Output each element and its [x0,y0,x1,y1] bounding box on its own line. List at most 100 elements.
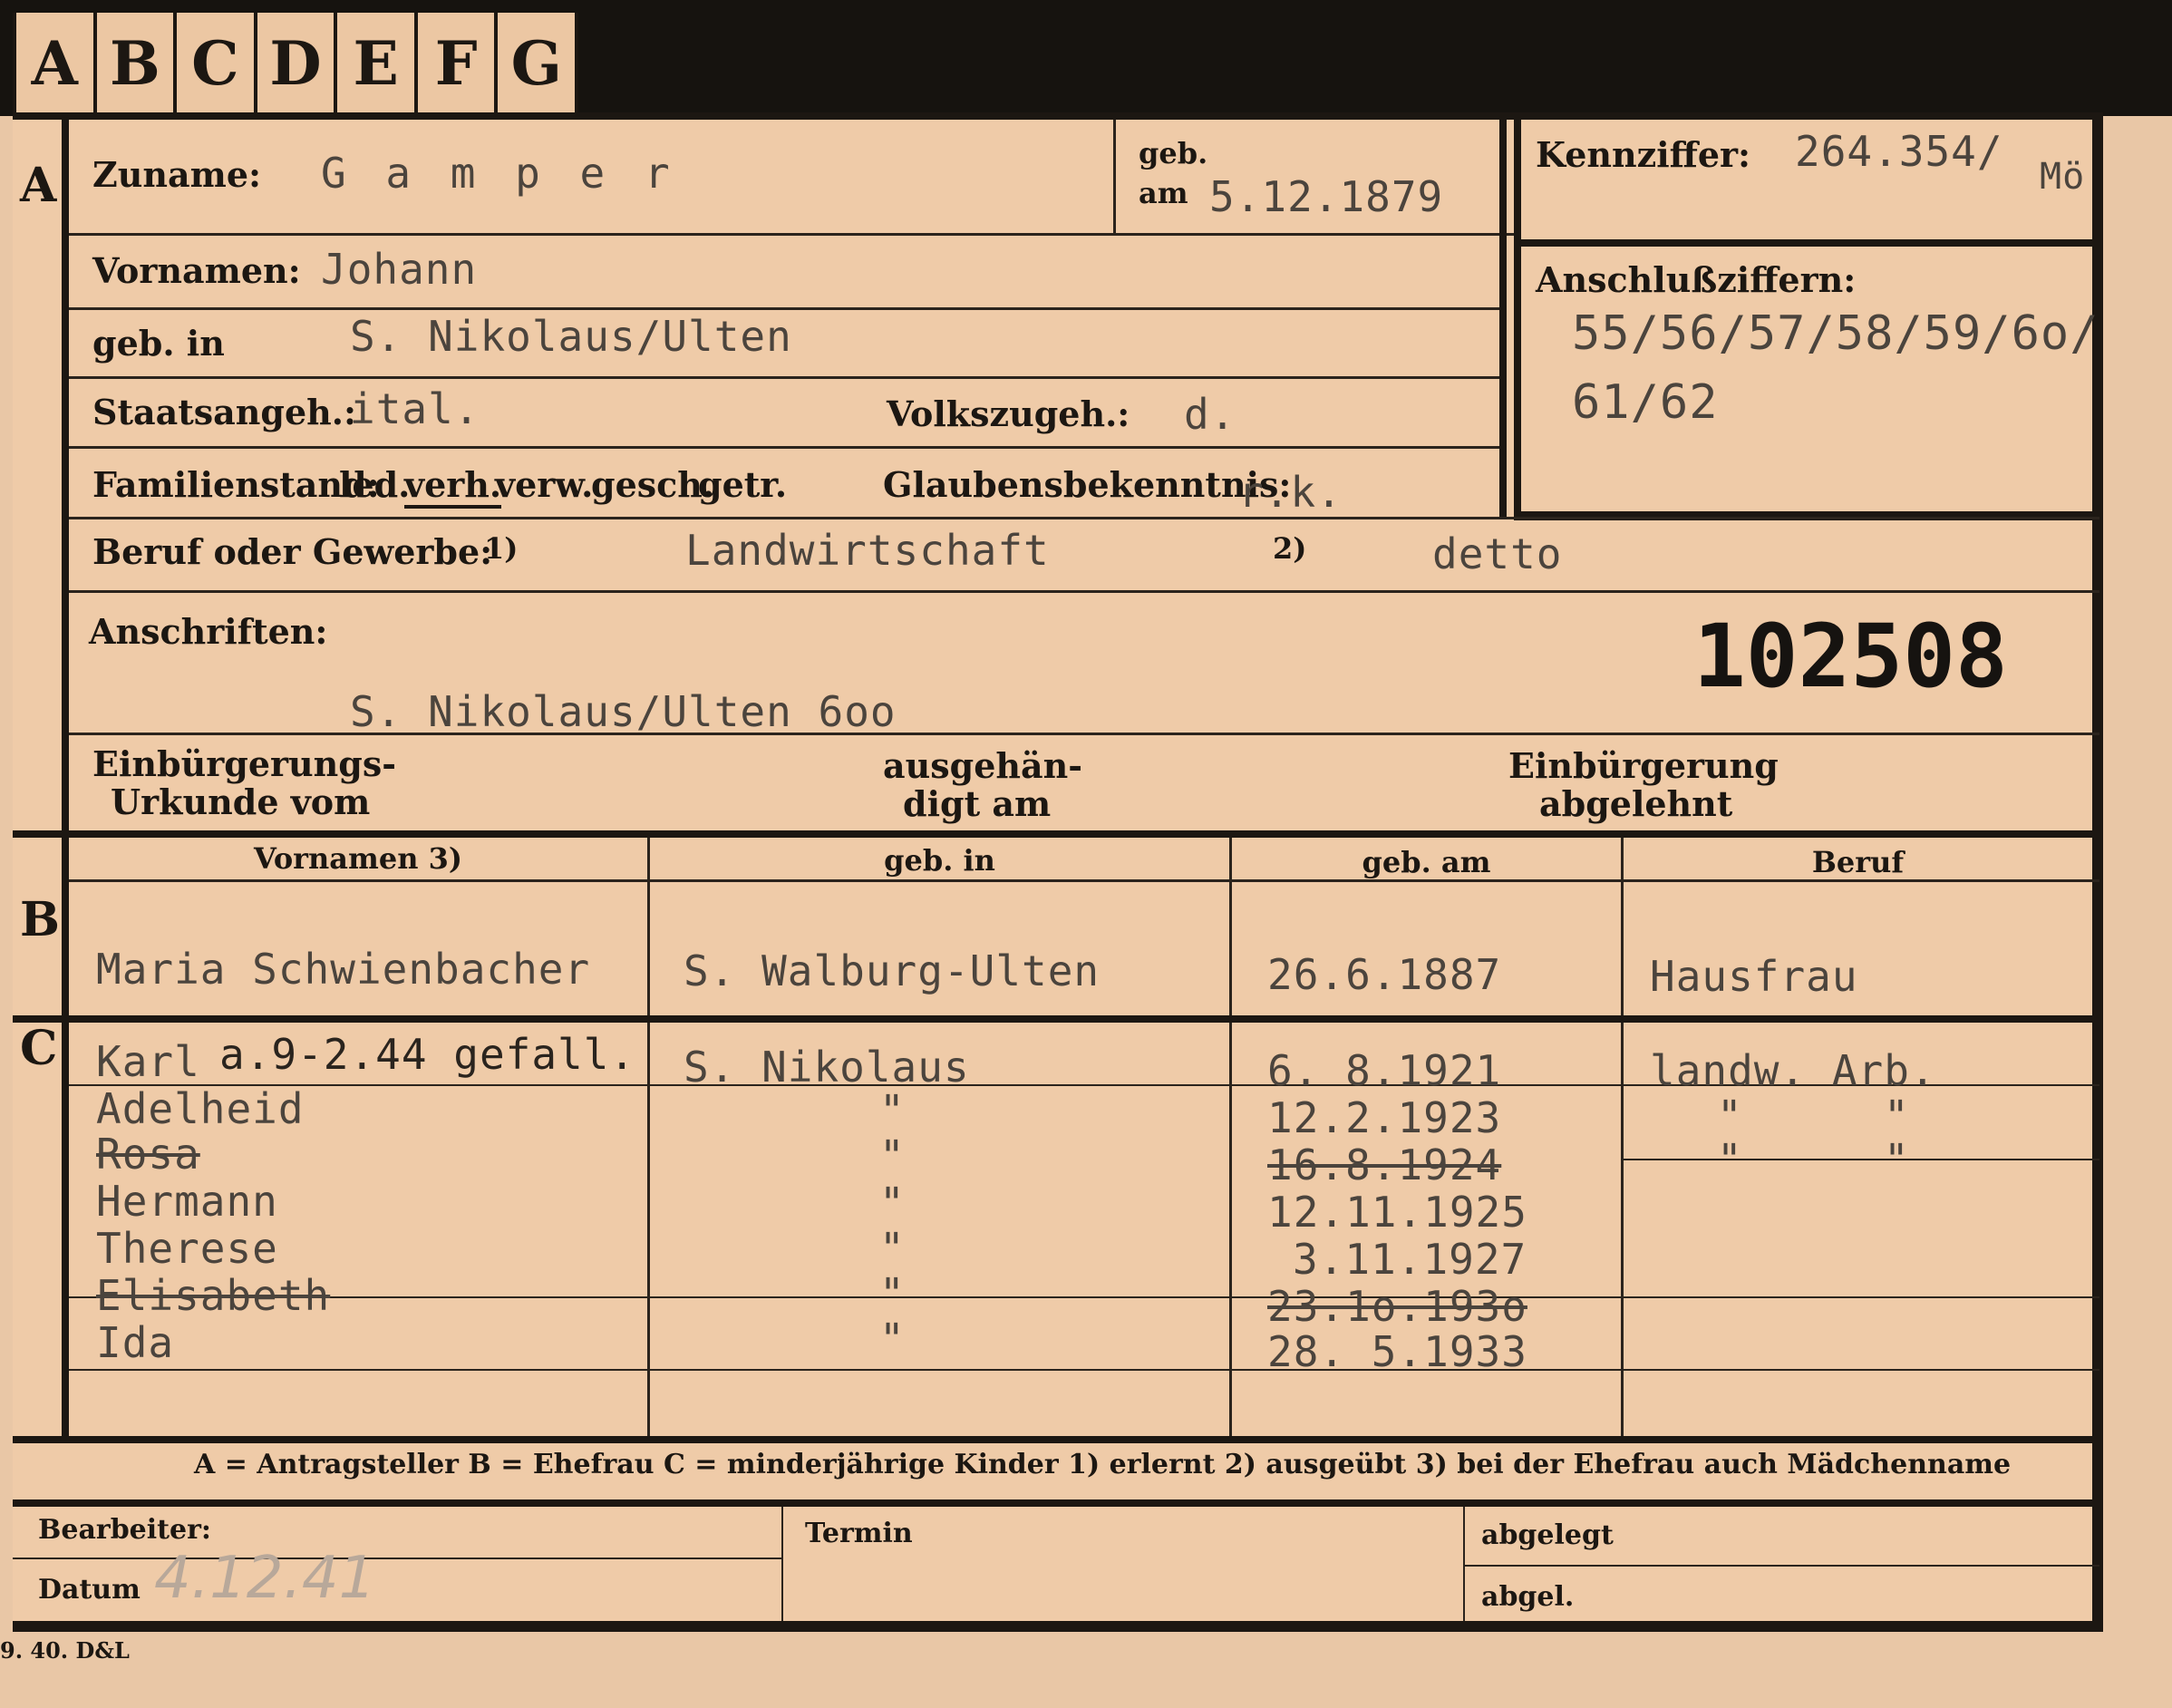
gebin-value: S. Nikolaus/Ulten [350,312,792,361]
geb-am-value: 5.12.1879 [1209,172,1444,221]
rule [1514,120,1521,519]
section-divider [62,120,69,1436]
kennziffer-value: 264.354/ [1795,127,2003,176]
rule [1621,1159,2099,1160]
datum-handwritten: 4.12.41 [154,1545,376,1612]
rule [647,1023,650,1436]
volk-label: Volkszugeh.: [887,393,1130,434]
rule [1463,1507,1465,1621]
child-occupation: landw. Arb. [1650,1046,1936,1095]
child-birthdate: 12.11.1925 [1267,1188,1527,1237]
rule [69,233,1514,236]
tab-f: F [418,13,499,114]
child-birthdate: 16.8.1924 [1267,1140,1502,1189]
tab-d: D [257,13,338,114]
child-name: Elisabeth [96,1271,331,1320]
kennziffer-suffix: Mö [2040,156,2086,198]
einb-abgelehnt-label-1: Einbürgerung [1508,745,1779,786]
rule [69,376,1499,379]
registration-card: A Zuname: G a m p e r geb. am 5.12.1879 … [13,112,2103,1632]
child-birthplace: " [879,1179,906,1228]
tab-g: G [498,13,579,114]
einb-urkunde-label-1: Einbürgerungs- [92,743,397,784]
rule [1465,1565,2099,1567]
anschluss-value-2: 61/62 [1572,375,1719,430]
child-name: Ida [96,1318,175,1367]
familie-label: Familienstand: [92,464,380,505]
section-a-label: A [20,158,57,213]
rule [13,1558,781,1559]
card-bottom-border [13,1621,2103,1632]
spouse-header-beruf: Beruf [1811,845,1905,879]
spouse-header-vornamen: Vornamen 3) [253,841,463,876]
spouse-birthplace: S. Walburg-Ulten [684,946,1101,995]
familie-option-verh: verh. [404,464,502,509]
volk-value: d. [1184,390,1236,439]
beruf-value-1: Landwirtschaft [685,526,1050,575]
rule [1229,1023,1232,1436]
child-birthdate: 3.11.1927 [1293,1235,1527,1284]
spouse-occupation: Hausfrau [1650,952,1858,1001]
index-tabs: A B C D E F G [13,13,579,114]
tab-b: B [97,13,178,114]
rule [69,879,2099,882]
einb-abgelehnt-label-2: abgelehnt [1539,783,1733,824]
rule [1499,120,1507,519]
beruf-label: Beruf oder Gewerbe: [92,531,493,572]
rule [1621,1023,1624,1436]
child-birthdate: 28. 5.1933 [1267,1327,1527,1376]
card-top-border [13,112,2099,120]
section-bc-divider [13,1015,2099,1023]
gebin-label: geb. in [92,323,225,364]
glaube-label: Glaubensbekenntnis: [883,464,1292,505]
child-birthplace: S. Nikolaus [684,1043,970,1092]
child-note: a.9-2.44 gefall. [219,1030,636,1079]
registration-number: 102508 [1693,606,2008,707]
datum-label: Datum [38,1574,141,1606]
child-name: Rosa [96,1130,200,1179]
termin-label: Termin [805,1518,913,1549]
rule [69,446,1499,449]
spouse-name: Maria Schwienbacher [96,945,591,994]
tab-c: C [177,13,257,114]
spouse-birthdate: 26.6.1887 [1267,950,1502,999]
rule [69,1296,2099,1298]
child-occupation-ditto: " [1717,1092,1743,1140]
geb-label: geb. [1139,136,1208,170]
child-name: Hermann [96,1177,278,1226]
child-birthdate: 12.2.1923 [1267,1093,1502,1142]
section-c-label: C [20,1021,58,1076]
rule [69,517,2099,519]
child-name: Adelheid [96,1084,305,1133]
child-birthplace: " [879,1131,906,1180]
familie-option-gesch: gesch. [591,464,715,505]
zuname-label: Zuname: [92,154,262,195]
rule [69,1369,2099,1371]
child-birthdate: 6. 8.1921 [1267,1046,1502,1095]
abgelegt2-label: abgel. [1481,1581,1575,1613]
anschrift-value: S. Nikolaus/Ulten 6oo [350,687,897,736]
tab-a: A [13,13,97,114]
beruf-value-2: detto [1432,529,1563,578]
bearbeiter-label: Bearbeiter: [38,1514,211,1546]
spouse-header-gebam: geb. am [1362,845,1491,879]
ausgehaendigt-label-2: digt am [903,783,1052,824]
rule [781,1507,783,1621]
ausgehaendigt-label-1: ausgehän- [883,745,1083,786]
child-birthplace: " [879,1224,906,1273]
anschrift-label: Anschriften: [89,611,328,652]
child-name: Karl [96,1037,200,1086]
anschluss-value-1: 55/56/57/58/59/6o/ [1572,306,2099,361]
am-label: am [1139,176,1188,210]
rule [69,590,2099,593]
zuname-value: G a m p e r [321,149,677,198]
rule [1113,120,1116,234]
child-birthdate: 23.1o.193o [1267,1282,1527,1331]
child-birthplace: " [879,1315,906,1363]
child-occupation-ditto: " [1884,1135,1910,1184]
child-birthplace: " [879,1086,906,1135]
print-code: 9. 40. D&L [0,1637,130,1664]
rule [69,307,1499,310]
abgelegt-label: abgelegt [1481,1519,1614,1551]
staat-label: Staatsangeh.: [92,392,357,432]
